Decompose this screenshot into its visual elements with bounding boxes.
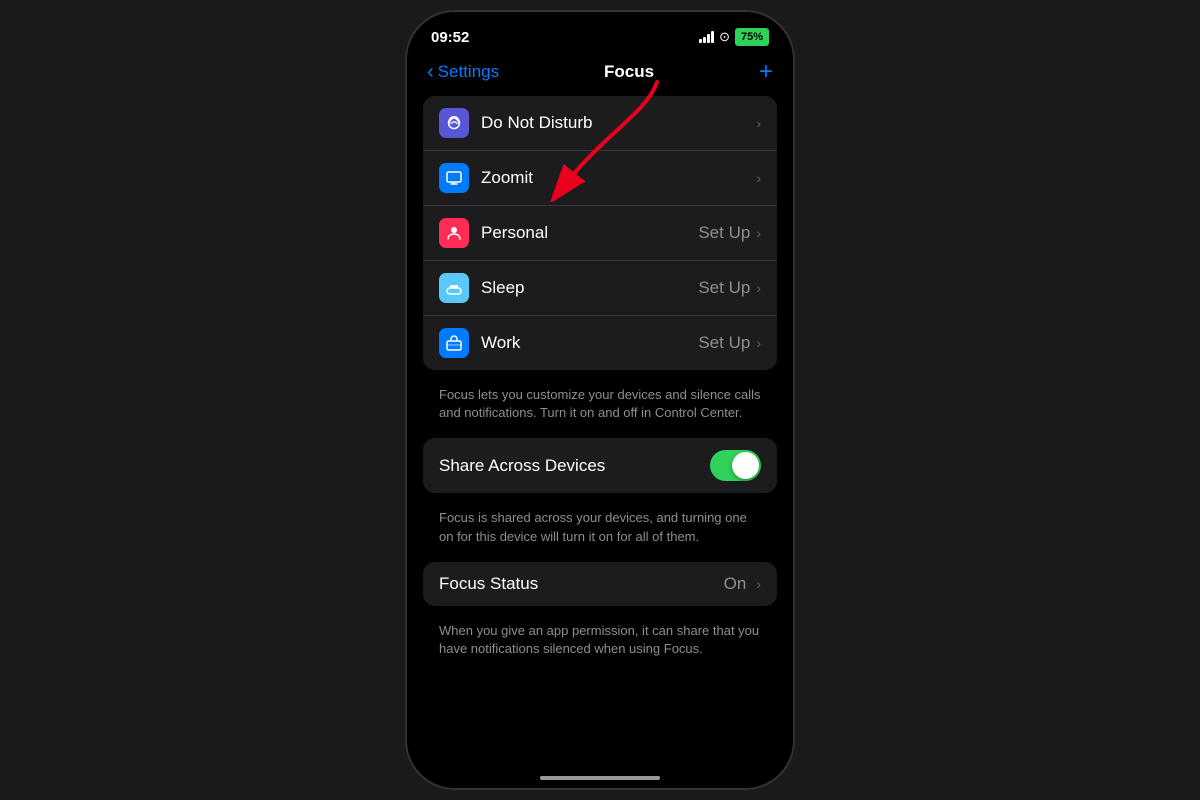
- focus-status-description: When you give an app permission, it can …: [423, 614, 777, 674]
- personal-chevron-icon: ›: [756, 225, 761, 241]
- wifi-icon: ⊙: [719, 29, 730, 45]
- zoomit-icon: [439, 163, 469, 193]
- signal-bars-icon: [699, 31, 714, 43]
- focus-status-value: On: [724, 574, 747, 594]
- status-icons: ⊙ 75%: [699, 28, 769, 46]
- share-across-devices-toggle[interactable]: [710, 450, 761, 481]
- zoomit-label: Zoomit: [481, 168, 756, 188]
- work-icon: [439, 328, 469, 358]
- personal-label: Personal: [481, 223, 698, 243]
- back-chevron-icon: ‹: [427, 61, 434, 84]
- list-item-personal[interactable]: Personal Set Up ›: [423, 206, 777, 261]
- personal-setup: Set Up: [698, 223, 750, 243]
- focus-status-group: Focus Status On ›: [423, 562, 777, 606]
- focus-status-item[interactable]: Focus Status On ›: [423, 562, 777, 606]
- do-not-disturb-label: Do Not Disturb: [481, 113, 756, 133]
- share-across-devices-group: Share Across Devices: [423, 438, 777, 493]
- status-bar: 09:52 ⊙ 75%: [407, 12, 793, 56]
- content-area: Do Not Disturb › Zoomit ›: [407, 96, 793, 772]
- focus-status-right: On ›: [724, 574, 761, 594]
- phone-screen: 09:52 ⊙ 75% ‹ Settings Focus +: [407, 12, 793, 788]
- zoomit-chevron-icon: ›: [756, 170, 761, 186]
- share-description: Focus is shared across your devices, and…: [423, 501, 777, 561]
- nav-bar: ‹ Settings Focus +: [407, 56, 793, 96]
- toggle-thumb: [732, 452, 759, 479]
- focus-modes-list: Do Not Disturb › Zoomit ›: [423, 96, 777, 370]
- do-not-disturb-icon: [439, 108, 469, 138]
- phone-frame: 09:52 ⊙ 75% ‹ Settings Focus +: [405, 10, 795, 790]
- back-label: Settings: [438, 62, 499, 82]
- list-item-zoomit[interactable]: Zoomit ›: [423, 151, 777, 206]
- list-item-work[interactable]: Work Set Up ›: [423, 316, 777, 370]
- focus-status-chevron-icon: ›: [756, 576, 761, 592]
- sleep-icon: [439, 273, 469, 303]
- work-setup: Set Up: [698, 333, 750, 353]
- share-across-devices-label: Share Across Devices: [439, 456, 710, 476]
- work-label: Work: [481, 333, 698, 353]
- home-indicator: [540, 776, 660, 780]
- status-time: 09:52: [431, 29, 469, 46]
- personal-icon: [439, 218, 469, 248]
- sleep-label: Sleep: [481, 278, 698, 298]
- list-item-do-not-disturb[interactable]: Do Not Disturb ›: [423, 96, 777, 151]
- add-button[interactable]: +: [759, 60, 773, 84]
- share-across-devices-item[interactable]: Share Across Devices: [423, 438, 777, 493]
- focus-status-label: Focus Status: [439, 574, 724, 594]
- sleep-setup: Set Up: [698, 278, 750, 298]
- nav-title: Focus: [604, 62, 654, 82]
- work-chevron-icon: ›: [756, 335, 761, 351]
- back-button[interactable]: ‹ Settings: [427, 61, 499, 84]
- battery-icon: 75%: [735, 28, 769, 46]
- focus-description: Focus lets you customize your devices an…: [423, 378, 777, 438]
- list-item-sleep[interactable]: Sleep Set Up ›: [423, 261, 777, 316]
- sleep-chevron-icon: ›: [756, 280, 761, 296]
- do-not-disturb-chevron-icon: ›: [756, 115, 761, 131]
- focus-status-row: Focus Status On ›: [439, 574, 761, 594]
